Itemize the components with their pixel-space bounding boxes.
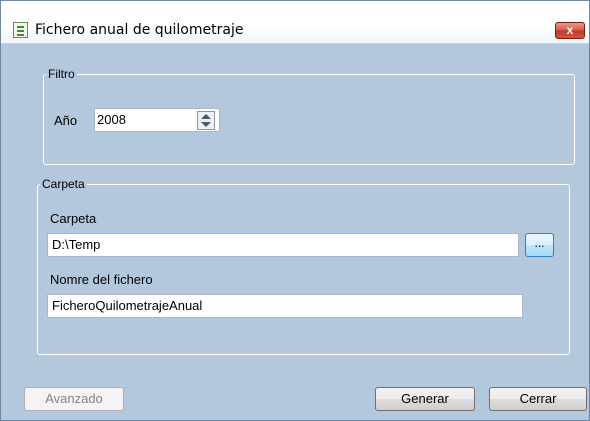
year-spinner[interactable]: 2008: [94, 108, 220, 132]
cancel-button[interactable]: Cerrar: [489, 387, 587, 411]
carpeta-group: Carpeta: [37, 177, 570, 355]
advanced-button[interactable]: Avanzado: [24, 387, 124, 411]
spin-down-icon[interactable]: [201, 122, 211, 127]
form-icon: [13, 22, 28, 38]
dialog-window: Fichero anual de quilometraje x Filtro A…: [0, 0, 590, 421]
filtro-legend: Filtro: [48, 67, 75, 81]
year-value[interactable]: 2008: [97, 112, 126, 127]
year-label: Año: [54, 113, 78, 128]
folder-label: Carpeta: [50, 211, 97, 226]
title-bar[interactable]: Fichero anual de quilometraje x: [1, 1, 589, 44]
spin-up-icon[interactable]: [201, 114, 211, 119]
close-window-button[interactable]: x: [555, 22, 585, 39]
filename-label: Nomre del fichero: [50, 272, 153, 287]
filename-input[interactable]: FicheroQuilometrajeAnual: [47, 294, 523, 318]
window-title: Fichero anual de quilometraje: [35, 22, 244, 38]
browse-button[interactable]: ...: [525, 233, 554, 257]
generate-button[interactable]: Generar: [375, 387, 475, 411]
carpeta-legend: Carpeta: [42, 177, 85, 191]
spinner-buttons[interactable]: [197, 111, 215, 130]
folder-input[interactable]: D:\Temp: [47, 233, 519, 257]
